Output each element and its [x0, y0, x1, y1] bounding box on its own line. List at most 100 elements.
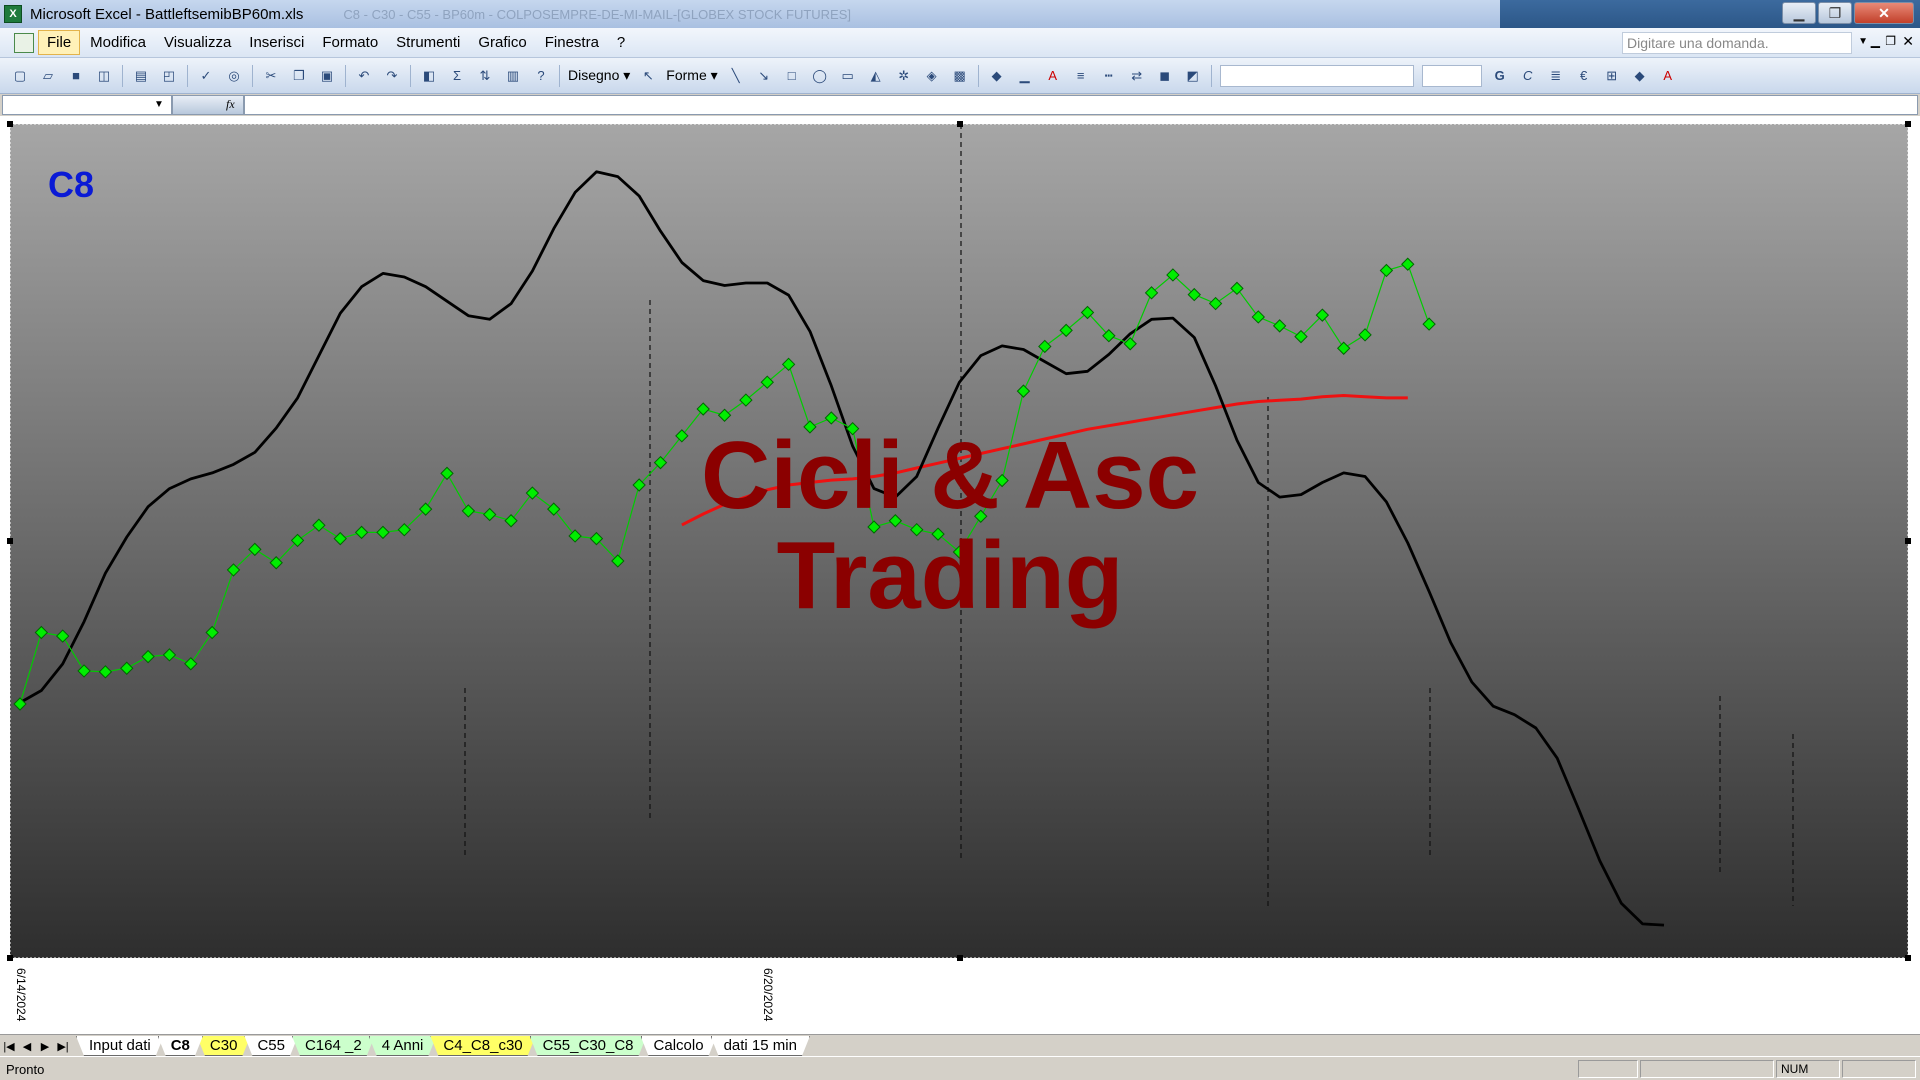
3d-icon[interactable]: ◩	[1183, 66, 1203, 86]
chart-title: C8	[48, 164, 95, 205]
bold-button[interactable]: G	[1490, 66, 1510, 86]
clipart-icon[interactable]: ◈	[922, 66, 942, 86]
menu-modifica[interactable]: Modifica	[82, 31, 154, 54]
save-icon[interactable]: ■	[66, 66, 86, 86]
chart-wizard-icon[interactable]: ◧	[419, 66, 439, 86]
picture-icon[interactable]: ▩	[950, 66, 970, 86]
selection-handle	[7, 955, 13, 961]
menu-bar: File Modifica Visualizza Inserisci Forma…	[0, 28, 1920, 58]
font-name-combo[interactable]	[1219, 64, 1414, 87]
excel-app-icon[interactable]: X	[4, 5, 22, 23]
menu-finestra[interactable]: Finestra	[537, 31, 607, 54]
workbook-restore-button[interactable]: ❐	[1885, 34, 1896, 48]
insert-function-icon[interactable]: fx	[226, 97, 235, 112]
menu-grafico[interactable]: Grafico	[470, 31, 534, 54]
tab-input-dati[interactable]: Input dati	[76, 1036, 164, 1056]
next-sheet-button[interactable]: ▶	[36, 1036, 54, 1056]
menu-file[interactable]: File	[38, 30, 81, 55]
wordart-icon[interactable]: ◭	[866, 66, 886, 86]
close-button[interactable]: ✕	[1854, 2, 1914, 24]
font-color-icon[interactable]: A	[1043, 66, 1063, 86]
textbox-icon[interactable]: ▭	[838, 66, 858, 86]
sort-icon[interactable]: ⇅	[475, 66, 495, 86]
menu-inserisci[interactable]: Inserisci	[241, 31, 312, 54]
tab-4-anni[interactable]: 4 Anni	[369, 1036, 437, 1056]
italic-button[interactable]: C	[1518, 66, 1538, 86]
chart-icon[interactable]: ▥	[503, 66, 523, 86]
selection-handle	[1905, 121, 1911, 127]
diagram-icon[interactable]: ✲	[894, 66, 914, 86]
name-box-dropdown-icon[interactable]: ▼	[154, 99, 164, 110]
formula-input[interactable]	[244, 95, 1918, 115]
text-color-icon[interactable]: A	[1658, 66, 1678, 86]
new-icon[interactable]: ▢	[10, 66, 30, 86]
dash-style-icon[interactable]: ┅	[1099, 66, 1119, 86]
spelling-icon[interactable]: ✓	[196, 66, 216, 86]
help-icon[interactable]: ?	[531, 66, 551, 86]
print-icon[interactable]: ▤	[131, 66, 151, 86]
menu-formato[interactable]: Formato	[314, 31, 386, 54]
watermark-text: Cicli & Asc Trading	[660, 426, 1240, 626]
open-icon[interactable]: ▱	[38, 66, 58, 86]
highlight-icon[interactable]: ◆	[1630, 66, 1650, 86]
status-panel	[1640, 1060, 1774, 1078]
menu-strumenti[interactable]: Strumenti	[388, 31, 468, 54]
menu-help[interactable]: ?	[609, 31, 633, 54]
selection-handle	[7, 121, 13, 127]
tab-c30[interactable]: C30	[197, 1036, 251, 1056]
oval-icon[interactable]: ◯	[810, 66, 830, 86]
workbook-close-button[interactable]: ✕	[1902, 33, 1914, 50]
help-question-input[interactable]: Digitare una domanda.	[1622, 32, 1852, 54]
borders-icon[interactable]: ⊞	[1602, 66, 1622, 86]
last-sheet-button[interactable]: ▶|	[54, 1036, 72, 1056]
fill-color-icon[interactable]: ◆	[987, 66, 1007, 86]
shadow-icon[interactable]: ◼	[1155, 66, 1175, 86]
copy-icon[interactable]: ❐	[289, 66, 309, 86]
watermark-line-2: Trading	[776, 522, 1124, 629]
workbook-icon[interactable]	[14, 32, 34, 53]
menu-visualizza[interactable]: Visualizza	[156, 31, 239, 54]
toolbar-separator	[122, 64, 123, 87]
permission-icon[interactable]: ◫	[94, 66, 114, 86]
name-box[interactable]	[2, 95, 172, 115]
sum-icon[interactable]: Σ	[447, 66, 467, 86]
paste-icon[interactable]: ▣	[317, 66, 337, 86]
shapes-menu-button[interactable]: Forme ▾	[666, 67, 717, 84]
standard-toolbar: ▢ ▱ ■ ◫ ▤ ◰ ✓ ◎ ✂ ❐ ▣ ↶ ↷ ◧ Σ ⇅ ▥ ? Dise…	[0, 58, 1920, 94]
tab-calcolo[interactable]: Calcolo	[641, 1036, 717, 1056]
arrow-icon[interactable]: ↘	[754, 66, 774, 86]
select-pointer-icon[interactable]: ↖	[638, 66, 658, 86]
selection-handle	[1905, 955, 1911, 961]
first-sheet-button[interactable]: |◀	[0, 1036, 18, 1056]
tab-c8[interactable]: C8	[158, 1036, 203, 1056]
research-icon[interactable]: ◎	[224, 66, 244, 86]
redo-icon[interactable]: ↷	[382, 66, 402, 86]
help-dropdown-icon[interactable]: ▼	[1858, 36, 1868, 47]
font-size-combo[interactable]	[1421, 64, 1482, 87]
toolbar-separator	[977, 64, 979, 87]
minimize-button[interactable]: ▁	[1782, 2, 1816, 24]
tab-c164-2[interactable]: C164 _2	[292, 1036, 375, 1056]
status-text: Pronto	[6, 1062, 45, 1077]
undo-icon[interactable]: ↶	[354, 66, 374, 86]
line-style-icon[interactable]: ≡	[1071, 66, 1091, 86]
cut-icon[interactable]: ✂	[261, 66, 281, 86]
title-bar: X Microsoft Excel - BattleftsemibBP60m.x…	[0, 0, 1920, 28]
drawing-menu-button[interactable]: Disegno ▾	[568, 67, 630, 84]
line-icon[interactable]: ╲	[726, 66, 746, 86]
tab-c55-c30-c8[interactable]: C55_C30_C8	[530, 1036, 647, 1056]
rectangle-icon[interactable]: □	[782, 66, 802, 86]
currency-button[interactable]: €	[1574, 66, 1594, 86]
workbook-minimize-button[interactable]: ▁	[1871, 34, 1880, 48]
prev-sheet-button[interactable]: ◀	[18, 1036, 36, 1056]
tab-dati-15-min[interactable]: dati 15 min	[711, 1036, 810, 1056]
print-preview-icon[interactable]: ◰	[159, 66, 179, 86]
line-color-icon[interactable]: ▁	[1015, 66, 1035, 86]
align-icon[interactable]: ≣	[1546, 66, 1566, 86]
maximize-button[interactable]: ❐	[1818, 2, 1852, 24]
selection-handle	[7, 538, 13, 544]
tab-c55[interactable]: C55	[244, 1036, 298, 1056]
arrow-style-icon[interactable]: ⇄	[1127, 66, 1147, 86]
tab-c4-c8-c30[interactable]: C4_C8_c30	[430, 1036, 535, 1056]
toolbar-separator	[559, 64, 560, 87]
